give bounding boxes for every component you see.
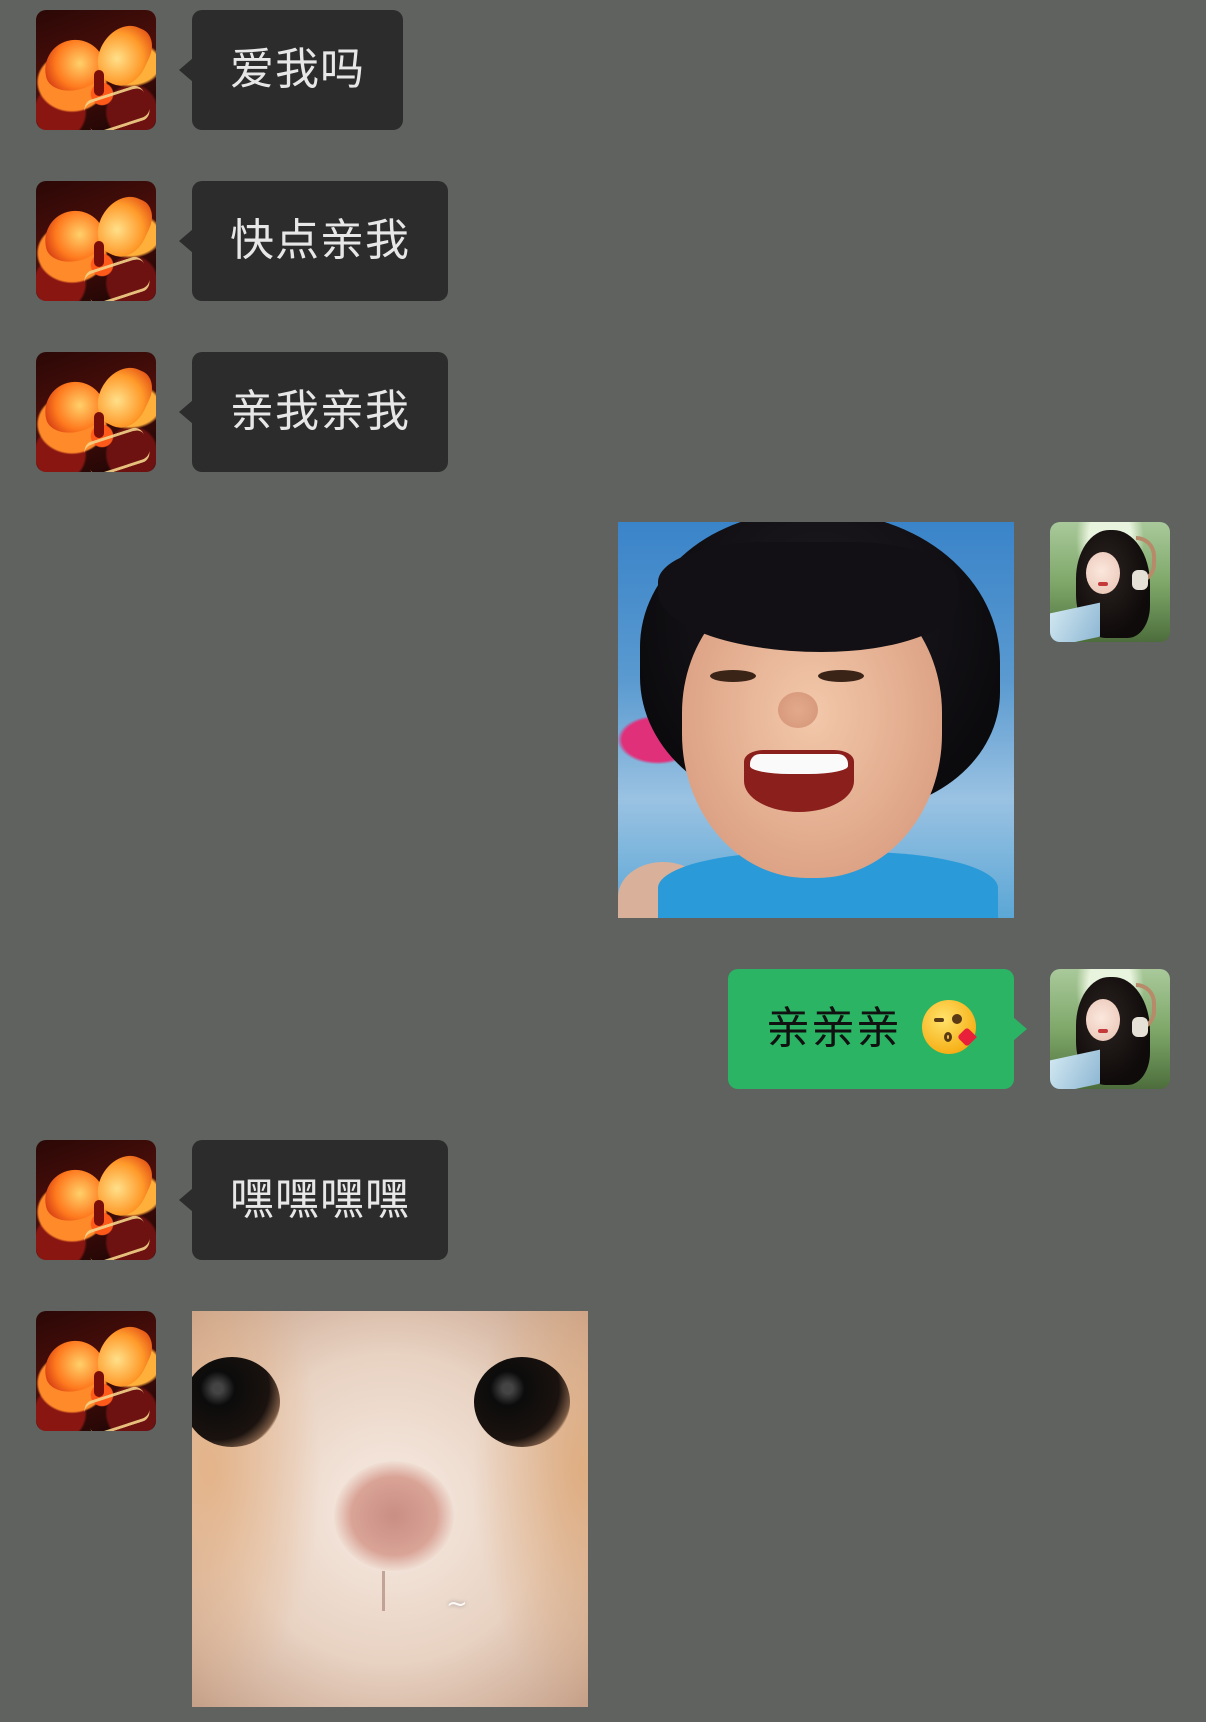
avatar-lip <box>1098 582 1108 586</box>
avatar-lip <box>1098 1029 1108 1033</box>
cat-eye-right <box>474 1357 570 1447</box>
avatar-decoration <box>81 254 153 301</box>
butterfly-body <box>94 70 104 96</box>
message-row-incoming: 爱我吗 <box>0 10 1206 130</box>
cat-nose <box>334 1461 454 1571</box>
butterfly-body <box>94 241 104 267</box>
contact-avatar[interactable] <box>36 352 156 472</box>
chat-message-list[interactable]: 爱我吗 快点亲我 亲我亲我 亲亲亲 嘿嘿嘿嘿 ~ <box>0 0 1206 1722</box>
message-row-incoming: 快点亲我 <box>0 181 1206 301</box>
avatar-book <box>1050 1049 1100 1089</box>
contact-avatar[interactable] <box>36 10 156 130</box>
message-row-incoming: 嘿嘿嘿嘿 <box>0 1140 1206 1260</box>
message-row-outgoing: 亲亲亲 <box>0 969 1206 1089</box>
avatar-decoration <box>81 83 153 130</box>
self-avatar[interactable] <box>1050 969 1170 1089</box>
sticker-mouth <box>744 750 854 812</box>
incoming-message-bubble[interactable]: 亲我亲我 <box>179 352 448 472</box>
avatar-face <box>1086 552 1120 594</box>
laughing-woman-sticker[interactable] <box>618 522 1014 918</box>
contact-avatar[interactable] <box>36 1140 156 1260</box>
contact-avatar[interactable] <box>36 1311 156 1431</box>
sticker-caption: ~ <box>446 1589 470 1619</box>
emoji-mouth <box>944 1032 952 1042</box>
incoming-message-bubble[interactable]: 快点亲我 <box>179 181 448 301</box>
emoji-eye-wink <box>934 1018 944 1022</box>
message-row-outgoing <box>0 522 1206 918</box>
cat-mouth <box>382 1571 415 1611</box>
headphone-earcup <box>1132 570 1148 590</box>
emoji-eye <box>952 1014 962 1024</box>
outgoing-message-text: 亲亲亲 <box>766 1003 901 1054</box>
self-avatar[interactable] <box>1050 522 1170 642</box>
contact-avatar[interactable] <box>36 181 156 301</box>
sticker-eye-left <box>710 670 756 682</box>
outgoing-message-bubble[interactable]: 亲亲亲 <box>728 969 1027 1089</box>
incoming-message-bubble[interactable]: 爱我吗 <box>179 10 403 130</box>
butterfly-body <box>94 1371 104 1397</box>
avatar-decoration <box>81 425 153 472</box>
headphone-earcup <box>1132 1017 1148 1037</box>
cat-closeup-sticker[interactable]: ~ <box>192 1311 588 1707</box>
message-row-incoming: ~ <box>0 1311 1206 1707</box>
avatar-face <box>1086 999 1120 1041</box>
sticker-teeth <box>750 754 848 774</box>
avatar-decoration <box>81 1384 153 1431</box>
butterfly-body <box>94 1200 104 1226</box>
incoming-message-bubble[interactable]: 嘿嘿嘿嘿 <box>179 1140 448 1260</box>
emoji-heart <box>957 1027 977 1047</box>
message-row-incoming: 亲我亲我 <box>0 352 1206 472</box>
face-blowing-kiss-emoji <box>922 1000 977 1054</box>
sticker-eye-right <box>818 670 864 682</box>
sticker-nose <box>778 692 818 728</box>
avatar-book <box>1050 602 1100 642</box>
avatar-decoration <box>81 1213 153 1260</box>
butterfly-body <box>94 412 104 438</box>
